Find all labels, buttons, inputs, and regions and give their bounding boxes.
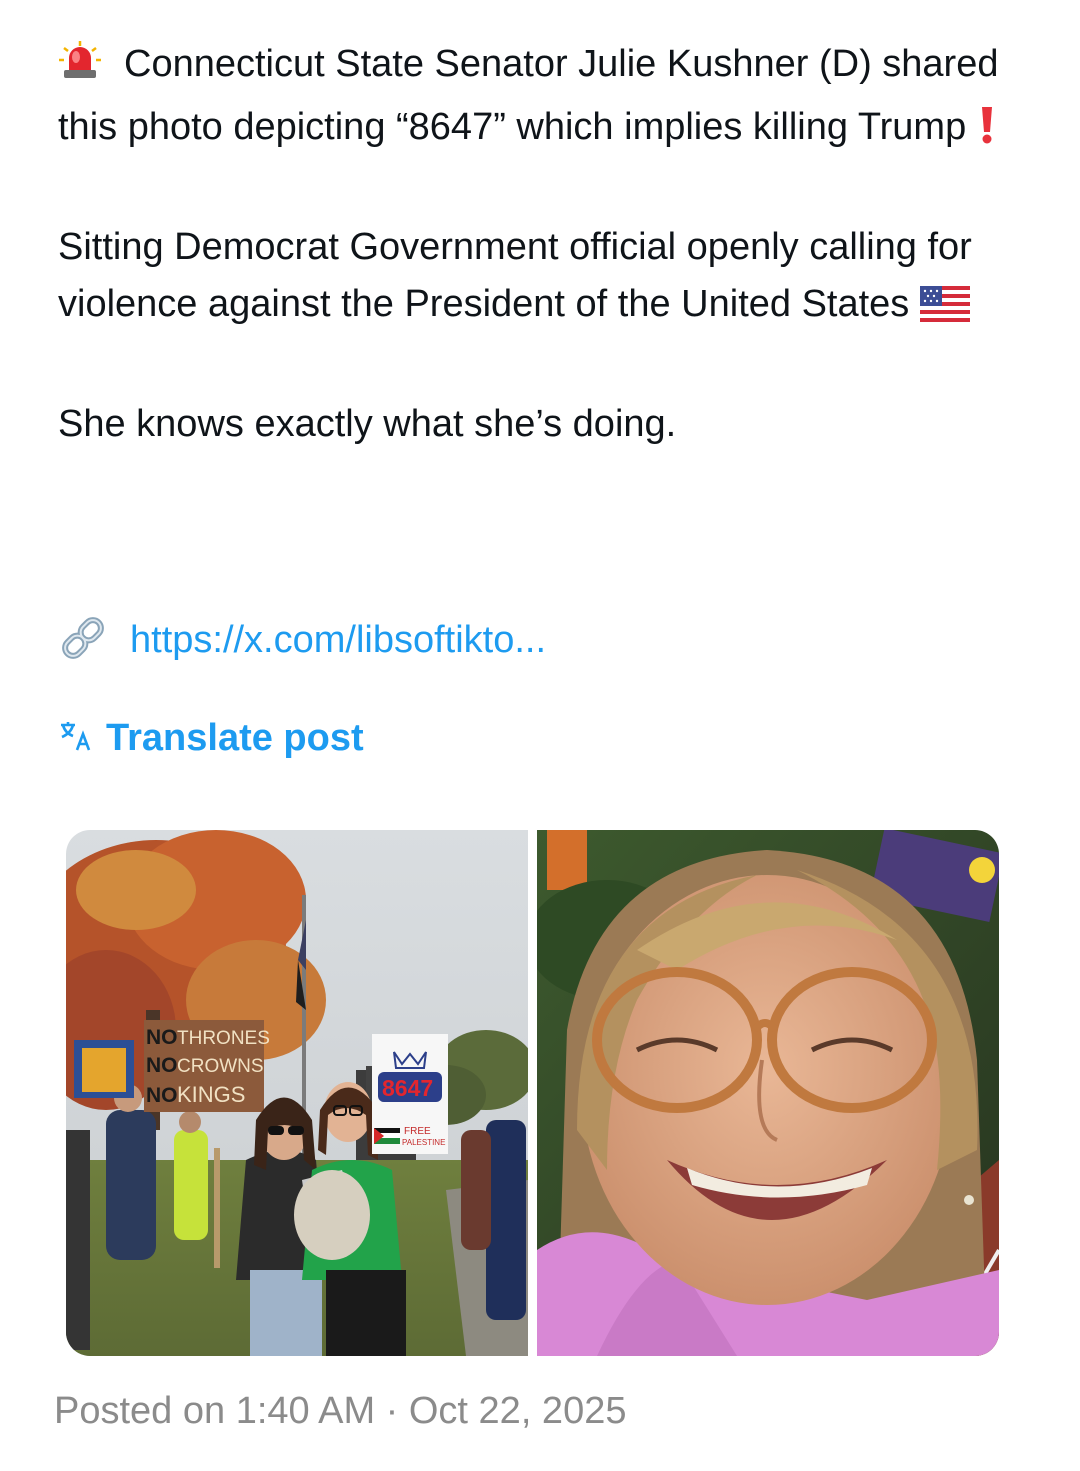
translate-post-label: Translate post bbox=[106, 716, 364, 759]
post-text: Connecticut State Senator Julie Kushner … bbox=[58, 36, 1038, 453]
us-flag-icon bbox=[919, 282, 970, 339]
post-link[interactable]: https://x.com/libsoftikto... bbox=[130, 619, 546, 662]
post-line-2: Sitting Democrat Government official ope… bbox=[58, 226, 972, 325]
sign-kings: KINGS bbox=[177, 1082, 245, 1107]
post-paragraph-3: She knows exactly what she’s doing. bbox=[58, 403, 677, 445]
post-line-1: Connecticut State Senator Julie Kushner … bbox=[58, 43, 999, 148]
sign-no-1: NO bbox=[146, 1026, 178, 1049]
media-photo-protest[interactable]: NO THRONES NO CROWNS NO KINGS 8647 FREE … bbox=[66, 830, 528, 1356]
sign-palestine: PALESTINE bbox=[402, 1138, 445, 1147]
sign-8647: 8647 bbox=[382, 1075, 433, 1101]
link-row[interactable]: https://x.com/libsoftikto... bbox=[58, 610, 546, 670]
translate-post-button[interactable]: Translate post bbox=[58, 708, 364, 768]
police-light-icon bbox=[58, 40, 102, 99]
sign-thrones: THRONES bbox=[177, 1028, 270, 1049]
sign-no-3: NO bbox=[146, 1084, 178, 1107]
media-photo-selfie[interactable] bbox=[537, 830, 999, 1356]
post-paragraph-2: Sitting Democrat Government official ope… bbox=[58, 219, 1038, 339]
post-timestamp: Posted on 1:40 AM · Oct 22, 2025 bbox=[54, 1390, 627, 1432]
link-icon bbox=[58, 613, 108, 668]
sign-no-2: NO bbox=[146, 1054, 178, 1077]
post-paragraph-1: Connecticut State Senator Julie Kushner … bbox=[58, 36, 1038, 162]
sign-crowns: CROWNS bbox=[177, 1056, 264, 1077]
red-exclamation-icon bbox=[977, 105, 997, 162]
sign-free: FREE bbox=[404, 1126, 431, 1137]
translate-icon bbox=[58, 719, 92, 758]
